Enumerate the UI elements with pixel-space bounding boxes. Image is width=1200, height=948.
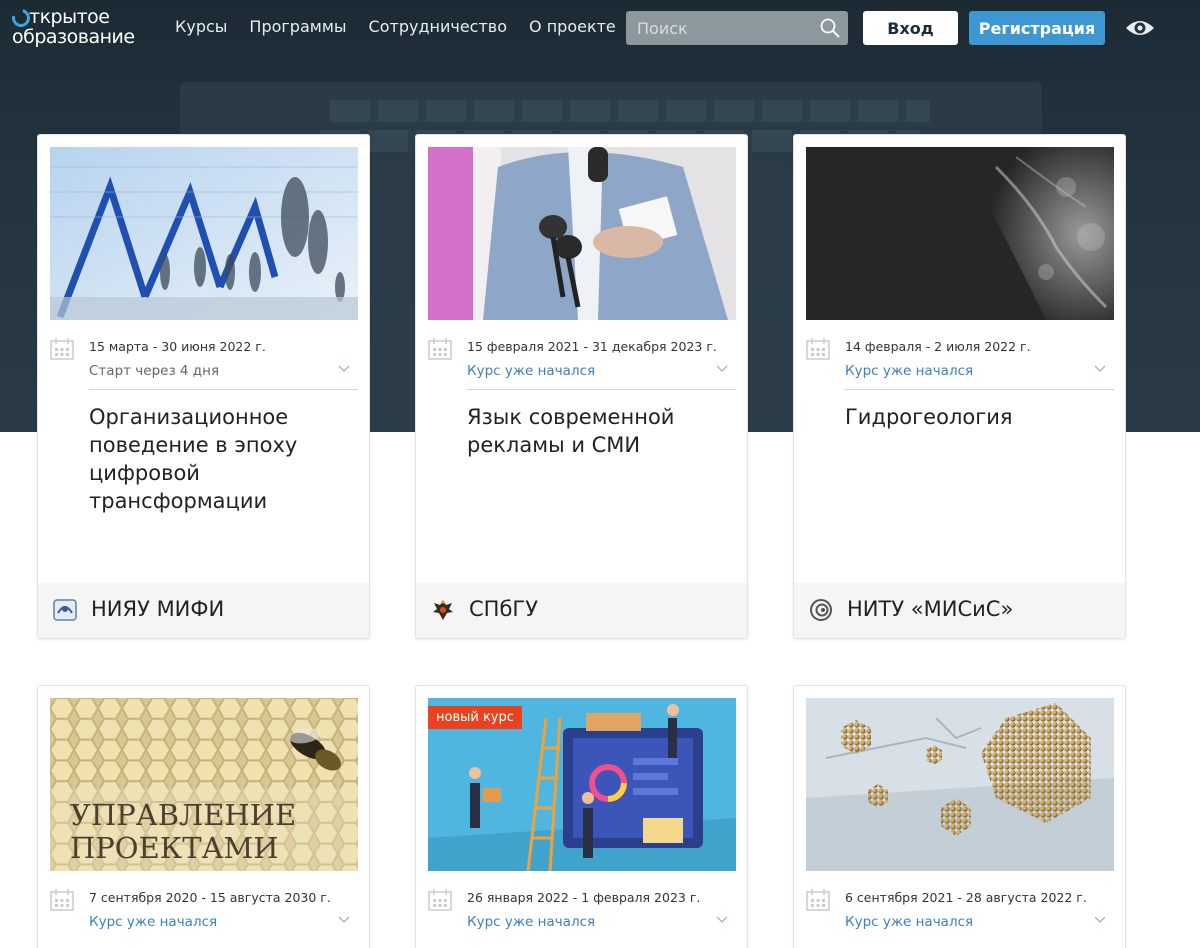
course-dates: 26 января 2022 - 1 февраля 2023 г. — [467, 890, 701, 905]
course-title[interactable]: Гидрогеология — [845, 403, 1115, 431]
divider — [845, 389, 1114, 390]
nav-cooperation[interactable]: Сотрудничество — [369, 17, 507, 36]
course-status: Старт через 4 дня — [89, 363, 220, 379]
course-dates: 6 сентября 2021 - 28 августа 2022 г. — [845, 890, 1087, 905]
calendar-icon — [806, 338, 830, 360]
new-course-badge: новый курс — [428, 706, 522, 729]
logo-text-line2: образование — [12, 26, 135, 48]
course-image: новый курс — [428, 698, 736, 871]
search-box — [626, 11, 848, 45]
calendar-icon — [428, 889, 452, 911]
card-footer: НИТУ «МИСиС» — [794, 583, 1125, 638]
search-input[interactable] — [626, 11, 816, 45]
university-name[interactable]: НИЯУ МИФИ — [91, 597, 224, 621]
chevron-down-icon[interactable] — [338, 916, 350, 924]
course-dates: 15 февраля 2021 - 31 декабря 2023 г. — [467, 339, 717, 354]
calendar-icon — [50, 889, 74, 911]
course-status: Курс уже начался — [845, 914, 974, 930]
logo-text-line1: ткрытое — [29, 6, 110, 28]
course-card[interactable]: УПРАВЛЕНИЕ ПРОЕКТАМИ 7 сентября 2020 - 1… — [37, 685, 370, 948]
nav-about[interactable]: О проекте — [529, 17, 616, 36]
course-dates: 7 сентября 2020 - 15 августа 2030 г. — [89, 890, 331, 905]
chevron-down-icon[interactable] — [1094, 916, 1106, 924]
calendar-icon — [806, 889, 830, 911]
course-dates: 14 февраля - 2 июля 2022 г. — [845, 339, 1031, 354]
course-card[interactable]: 6 сентября 2021 - 28 августа 2022 г. Кур… — [793, 685, 1126, 948]
card-footer: СПбГУ — [416, 583, 747, 638]
main-nav: Курсы Программы Сотрудничество О проекте — [175, 17, 638, 36]
course-image: УПРАВЛЕНИЕ ПРОЕКТАМИ — [50, 698, 358, 871]
course-status: Курс уже начался — [845, 363, 974, 379]
chevron-down-icon[interactable] — [716, 916, 728, 924]
chevron-down-icon[interactable] — [338, 365, 350, 373]
top-navigation-bar: ткрытое образование Курсы Программы Сотр… — [0, 0, 1200, 56]
image-text-line1: УПРАВЛЕНИЕ — [70, 798, 296, 832]
course-status: Курс уже начался — [467, 363, 596, 379]
course-card[interactable]: новый курс 26 января 2022 - 1 февраля 20… — [415, 685, 748, 948]
card-footer: НИЯУ МИФИ — [38, 583, 369, 638]
course-image — [50, 147, 358, 320]
university-name[interactable]: НИТУ «МИСиС» — [847, 597, 1013, 621]
course-image — [428, 147, 736, 320]
search-icon[interactable] — [820, 18, 840, 38]
course-title[interactable]: Организационное поведение в эпоху цифров… — [89, 403, 359, 515]
course-title[interactable]: Язык современной рекламы и СМИ — [467, 403, 737, 459]
nav-courses[interactable]: Курсы — [175, 17, 227, 36]
keyboard-keys-row — [330, 100, 930, 122]
spbgu-eagle-logo-icon — [433, 600, 453, 620]
chevron-down-icon[interactable] — [1094, 365, 1106, 373]
course-card[interactable]: 14 февраля - 2 июля 2022 г. Курс уже нач… — [793, 134, 1126, 639]
mephi-logo-icon — [53, 599, 77, 621]
divider — [467, 389, 736, 390]
divider — [89, 389, 358, 390]
nav-programs[interactable]: Программы — [249, 17, 346, 36]
calendar-icon — [50, 338, 74, 360]
course-status: Курс уже начался — [89, 914, 218, 930]
course-card[interactable]: 15 февраля 2021 - 31 декабря 2023 г. Кур… — [415, 134, 748, 639]
course-status: Курс уже начался — [467, 914, 596, 930]
chevron-down-icon[interactable] — [716, 365, 728, 373]
eye-icon[interactable] — [1124, 16, 1156, 40]
register-button[interactable]: Регистрация — [969, 11, 1105, 45]
calendar-icon — [428, 338, 452, 360]
university-name[interactable]: СПбГУ — [469, 597, 538, 621]
course-image — [806, 147, 1114, 320]
course-image — [806, 698, 1114, 871]
image-text-line2: ПРОЕКТАМИ — [70, 831, 278, 865]
login-button[interactable]: Вход — [863, 11, 958, 45]
course-card[interactable]: 15 марта - 30 июня 2022 г. Старт через 4… — [37, 134, 370, 639]
course-dates: 15 марта - 30 июня 2022 г. — [89, 339, 266, 354]
misis-logo-icon — [810, 599, 832, 621]
